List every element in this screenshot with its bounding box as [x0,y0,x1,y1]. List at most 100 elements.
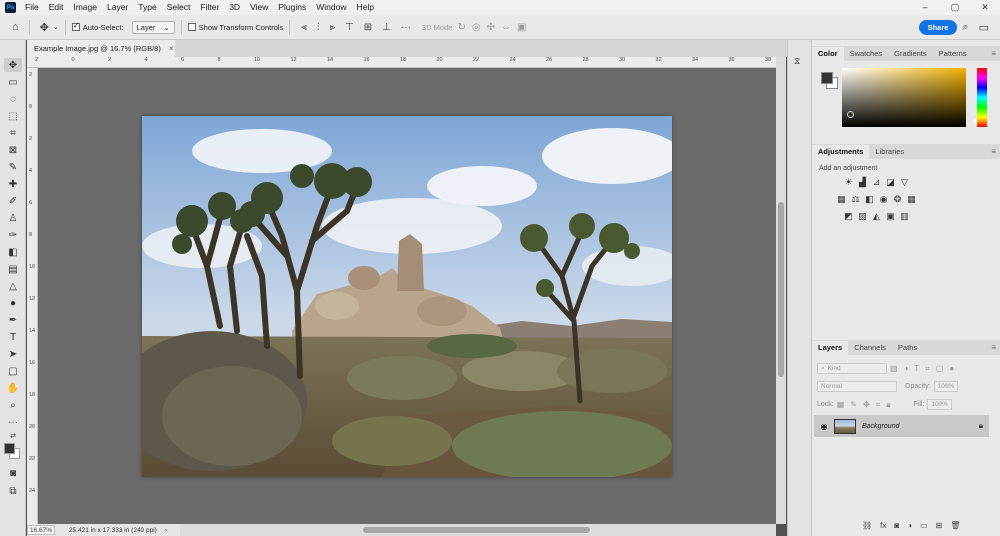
invert-icon[interactable]: ◩ [843,211,854,222]
vertical-scroll-thumb[interactable] [778,202,784,377]
color-lookup-icon[interactable]: ▦ [906,194,917,205]
crop-tool-icon[interactable]: ⌗ [4,126,22,140]
hand-tool-icon[interactable]: ✋ [4,381,22,395]
panel-menu-icon[interactable]: ≡ [991,49,996,58]
link-layers-icon[interactable]: ⛓ [862,521,872,530]
selective-color-icon[interactable]: ▣ [885,211,896,222]
3d-orbit-icon[interactable]: ↻ [454,22,468,33]
tab-layers[interactable]: Layers [812,341,849,355]
menu-filter[interactable]: Filter [195,0,224,15]
panel-menu-icon[interactable]: ≡ [991,343,996,352]
channel-mixer-icon[interactable]: ❂ [892,194,903,205]
threshold-icon[interactable]: ◭ [871,211,882,222]
lock-all-icon[interactable]: 🔒︎ [883,400,893,410]
blur-tool-icon[interactable]: △ [4,279,22,293]
show-transform-option[interactable]: Show Transform Controls [187,23,283,32]
quick-mask-icon[interactable]: ◙ [4,466,22,480]
document-image[interactable] [142,116,672,477]
pixel-filter-icon[interactable]: ▨ [887,364,901,373]
filter-toggle-icon[interactable]: ● [946,364,957,373]
levels-icon[interactable]: ▟ [857,177,868,188]
menu-file[interactable]: File [20,0,44,15]
workspace-icon[interactable]: ▭ [974,21,994,34]
brush-tool-icon[interactable]: ✐ [4,194,22,208]
posterize-icon[interactable]: ▨ [857,211,868,222]
3d-scale-icon[interactable]: ▣ [514,22,529,33]
lasso-tool-icon[interactable]: ◌ [4,92,22,106]
edit-toolbar-icon[interactable]: ··· [4,415,22,429]
curves-icon[interactable]: ⊿ [871,177,882,188]
zoom-tool-icon[interactable]: ⌕ [4,398,22,412]
type-filter-icon[interactable]: T [911,364,922,373]
menu-window[interactable]: Window [311,0,351,15]
gradient-map-icon[interactable]: ▥ [899,211,910,222]
auto-select-option[interactable]: Auto-Select: [71,21,124,32]
color-picker-cursor[interactable] [847,111,854,118]
hue-slider-marker[interactable]: ◆ [973,118,978,125]
blend-mode-dropdown[interactable]: Normal [817,381,897,392]
align-bottom-icon[interactable]: ⊥ [377,22,396,33]
move-tool-icon[interactable]: ✥ [4,58,22,72]
hue-slider[interactable] [977,68,987,127]
frame-tool-icon[interactable]: ⊠ [4,143,22,157]
align-right-icon[interactable]: ⫸ [324,22,340,33]
hue-saturation-icon[interactable]: ▦ [836,194,847,205]
tab-paths[interactable]: Paths [892,341,923,355]
shape-filter-icon[interactable]: ⌗ [922,364,933,374]
panel-menu-icon[interactable]: ≡ [991,147,996,156]
new-adjustment-layer-icon[interactable]: ◑ [907,521,912,530]
new-layer-icon[interactable]: ⊞ [936,521,943,530]
more-options-icon[interactable]: ··· [396,22,416,33]
adjustment-filter-icon[interactable]: ◑ [901,364,912,373]
menu-view[interactable]: View [245,0,273,15]
auto-select-target-dropdown[interactable]: Layer ⌄ [131,20,175,34]
status-menu-arrow[interactable]: › [165,527,167,534]
smart-object-filter-icon[interactable]: ▢ [933,364,947,373]
brightness-contrast-icon[interactable]: ☀ [843,177,854,188]
layer-style-icon[interactable]: fx [880,521,886,530]
ruler-top[interactable]: 2 0 2 4 6 8 10 12 14 16 18 20 22 24 26 28 30 32 34 36 38 [27,57,777,68]
exposure-icon[interactable]: ◪ [885,177,896,188]
menu-3d[interactable]: 3D [224,0,245,15]
horizontal-scrollbar[interactable] [180,524,776,536]
gradient-tool-icon[interactable]: ▤ [4,262,22,276]
tab-color[interactable]: Color [812,47,844,61]
fill-field[interactable]: 100% [927,399,952,410]
vibrance-icon[interactable]: ▽ [899,177,910,188]
tab-swatches[interactable]: Swatches [844,47,889,61]
menu-help[interactable]: Help [351,0,378,15]
menu-image[interactable]: Image [68,0,102,15]
align-horizontal-center-icon[interactable]: ⫶ [312,22,325,33]
menu-layer[interactable]: Layer [102,0,133,15]
vertical-scrollbar[interactable] [776,57,786,524]
history-brush-tool-icon[interactable]: ✑ [4,228,22,242]
eyedropper-tool-icon[interactable]: ✎ [4,160,22,174]
menu-type[interactable]: Type [133,0,161,15]
canvas-area[interactable] [38,68,776,524]
menu-plugins[interactable]: Plugins [273,0,311,15]
search-icon[interactable]: ⌕ [957,21,973,34]
delete-layer-icon[interactable]: 🗑︎ [950,521,960,530]
close-window-button[interactable]: ✕ [970,2,1000,13]
lock-position-icon[interactable]: ✥ [860,400,873,409]
layer-kind-filter[interactable]: ⌕ Kind [817,363,887,374]
tab-libraries[interactable]: Libraries [869,145,910,159]
rectangle-tool-icon[interactable]: ▢ [4,364,22,378]
home-icon[interactable]: ⌂ [8,21,23,33]
artboard-tool-icon[interactable]: ▭ [4,75,22,89]
maximize-button[interactable]: ▢ [940,2,970,13]
color-foreground-swatch[interactable] [821,72,833,84]
3d-roll-icon[interactable]: ◎ [469,22,484,33]
show-transform-checkbox[interactable] [187,23,196,31]
color-picker-field[interactable] [842,68,966,127]
layer-mask-icon[interactable]: ◙ [894,521,899,530]
align-top-icon[interactable]: ⊤ [340,22,359,33]
zoom-level-field[interactable]: 16.67% [27,525,55,535]
menu-edit[interactable]: Edit [44,0,69,15]
dodge-tool-icon[interactable]: ● [4,296,22,310]
eye-icon[interactable]: ◉ [817,422,831,431]
color-balance-icon[interactable]: ⚖ [850,194,861,205]
foreground-color-swatch[interactable] [4,443,15,454]
healing-brush-tool-icon[interactable]: ✚ [4,177,22,191]
lock-pixels-icon[interactable]: ✎ [847,400,860,409]
